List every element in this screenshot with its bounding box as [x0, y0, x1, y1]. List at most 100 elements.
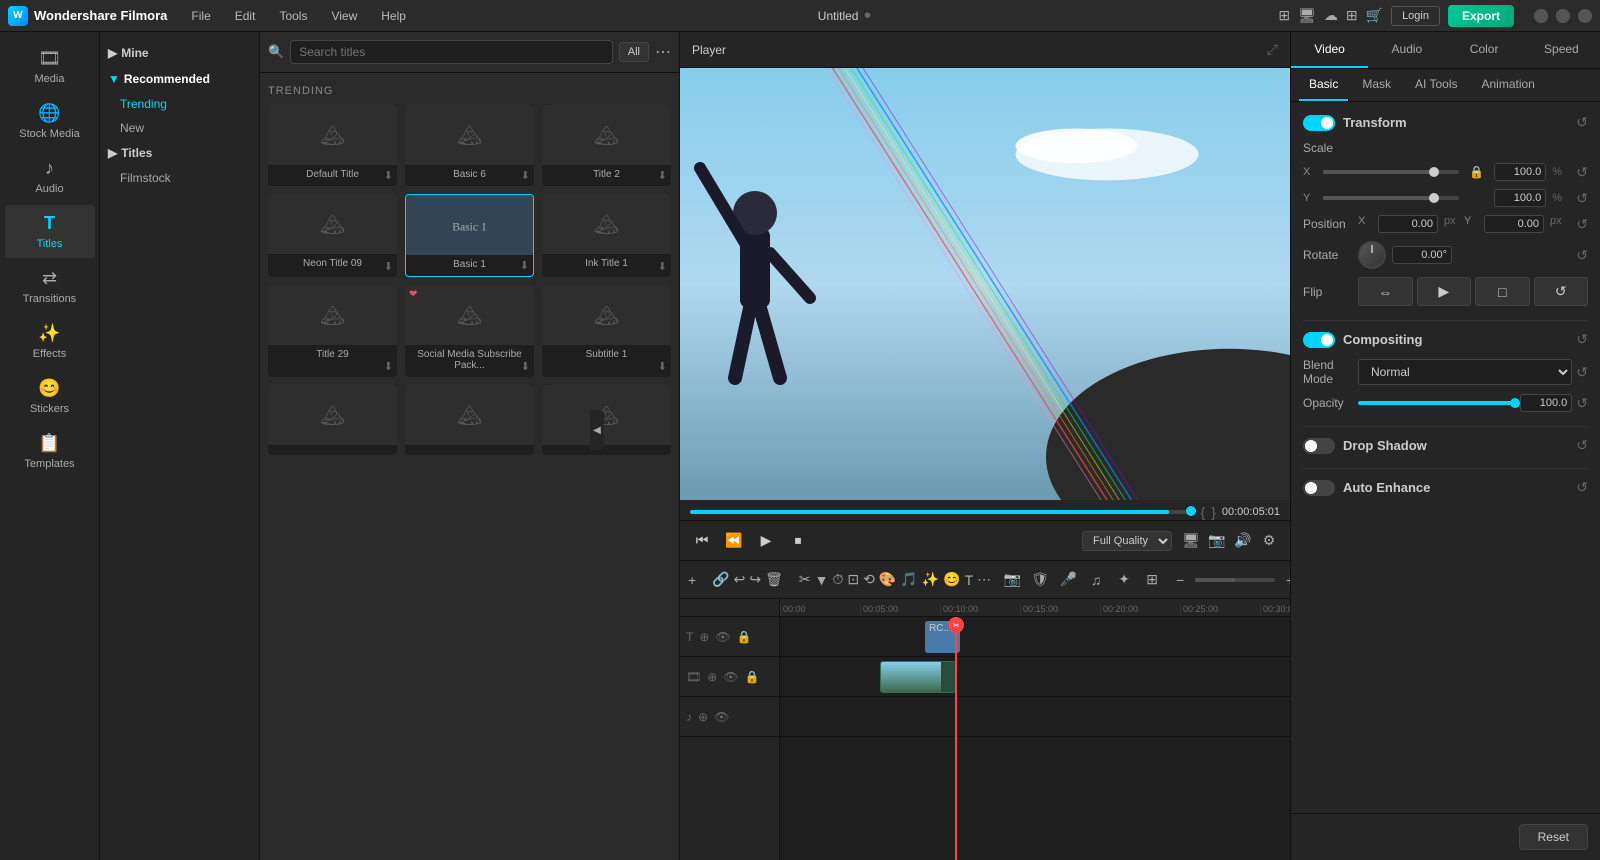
tl-link-button[interactable]: 🔗: [712, 567, 729, 593]
sidebar-item-stickers[interactable]: 😊 Stickers: [5, 370, 95, 423]
stab-animation[interactable]: Animation: [1471, 69, 1544, 101]
minimize-button[interactable]: [1534, 9, 1548, 23]
reset-button[interactable]: Reset: [1519, 824, 1588, 850]
titles-section-header[interactable]: ▶ Titles: [100, 140, 259, 166]
all-filter-button[interactable]: All: [619, 42, 649, 62]
rotate-dial[interactable]: [1358, 241, 1386, 269]
position-reset-icon[interactable]: ↺: [1576, 216, 1588, 233]
title-card-title2[interactable]: 🏔 ⬇ Title 2: [542, 105, 671, 186]
scale-y-input[interactable]: [1494, 189, 1546, 207]
title-card-default[interactable]: 🏔 ⬇ Default Title: [268, 105, 397, 186]
monitor-out-icon[interactable]: 🖥: [1180, 530, 1202, 552]
blend-reset-icon[interactable]: ↺: [1576, 364, 1588, 381]
bracket-right-icon[interactable]: }: [1211, 504, 1216, 520]
menu-edit[interactable]: Edit: [231, 7, 260, 25]
grid-icon[interactable]: ⊞: [1278, 7, 1290, 24]
zoom-slider[interactable]: [1195, 578, 1275, 582]
track2-eye-icon[interactable]: 👁: [723, 670, 738, 684]
position-y-input[interactable]: [1484, 215, 1544, 233]
menu-help[interactable]: Help: [377, 7, 410, 25]
menu-file[interactable]: File: [187, 7, 214, 25]
transform-reset-icon[interactable]: ↺: [1576, 114, 1588, 131]
sidebar-item-media[interactable]: 🎞 Media: [5, 40, 95, 93]
title-card-basic6[interactable]: 🏔 ⬇ Basic 6: [405, 105, 534, 186]
tl-audio2-button[interactable]: ♫: [1083, 567, 1109, 593]
title-card-neon09[interactable]: 🏔 ⬇ Neon Title 09: [268, 194, 397, 277]
cloud-icon[interactable]: ☁: [1324, 7, 1338, 24]
stab-ai-tools[interactable]: AI Tools: [1405, 69, 1467, 101]
tl-redo-button[interactable]: ↪: [749, 567, 761, 593]
tl-audio-button[interactable]: 🎵: [900, 567, 917, 593]
stop-button[interactable]: ⏹: [786, 529, 810, 553]
save-icon[interactable]: ⏺: [864, 8, 870, 23]
mine-section-header[interactable]: ▶ Mine: [100, 40, 259, 66]
more-options-button[interactable]: ⋯: [655, 42, 671, 62]
auto-enhance-reset-icon[interactable]: ↺: [1576, 479, 1588, 496]
title-card-basic1[interactable]: ⬇ Basic 1: [405, 194, 534, 277]
sidebar-item-stock-media[interactable]: 🌐 Stock Media: [5, 95, 95, 148]
scale-lock-icon[interactable]: 🔒: [1469, 165, 1484, 179]
drop-shadow-reset-icon[interactable]: ↺: [1576, 437, 1588, 454]
prev-frame-button[interactable]: ⏮: [690, 529, 714, 553]
drop-shadow-toggle[interactable]: [1303, 438, 1335, 454]
tab-speed[interactable]: Speed: [1523, 32, 1600, 68]
tl-camera-button[interactable]: 📷: [999, 567, 1025, 593]
scale-x-reset-icon[interactable]: ↺: [1576, 164, 1588, 181]
track2-copy-icon[interactable]: ⊕: [707, 670, 717, 684]
tl-cut-button[interactable]: ✂: [799, 567, 811, 593]
scale-x-slider[interactable]: [1323, 170, 1459, 174]
title-card-extra1[interactable]: 🏔: [268, 385, 397, 455]
tl-split-button[interactable]: ⊞: [1139, 567, 1165, 593]
tl-plus-button[interactable]: +: [1277, 567, 1290, 593]
settings-icon[interactable]: ⚙: [1258, 530, 1280, 552]
title-card-title29[interactable]: 🏔 ⬇ Title 29: [268, 285, 397, 377]
opacity-input[interactable]: [1520, 394, 1572, 412]
rewind-button[interactable]: ⏪: [722, 529, 746, 553]
title-card-ink1[interactable]: 🏔 ⬇ Ink Title 1: [542, 194, 671, 277]
rotate-input[interactable]: [1392, 246, 1452, 264]
compositing-toggle[interactable]: [1303, 332, 1335, 348]
tl-color-button[interactable]: 🎨: [879, 567, 896, 593]
sidebar-item-audio[interactable]: ♪ Audio: [5, 150, 95, 203]
panel-sub-trending[interactable]: Trending: [100, 92, 259, 116]
position-x-input[interactable]: [1378, 215, 1438, 233]
screenshot-icon[interactable]: 📷: [1206, 530, 1228, 552]
track2-lock-icon[interactable]: 🔒: [745, 670, 760, 684]
scale-y-reset-icon[interactable]: ↺: [1576, 190, 1588, 207]
tl-sticker-button[interactable]: 😊: [943, 567, 960, 593]
recommended-section-header[interactable]: ▼ Recommended: [100, 66, 259, 92]
flip-rect-button[interactable]: □: [1475, 277, 1530, 306]
search-input[interactable]: [290, 40, 613, 64]
scale-y-slider[interactable]: [1323, 196, 1459, 200]
quality-select[interactable]: Full Quality 1/2 Quality 1/4 Quality: [1082, 531, 1172, 551]
panel-collapse-button[interactable]: ◀: [590, 410, 604, 450]
fullscreen-icon[interactable]: ⤢: [1267, 41, 1278, 57]
track1-copy-icon[interactable]: ⊕: [699, 630, 709, 644]
panel-sub-filmstock[interactable]: Filmstock: [100, 166, 259, 190]
tl-delete-button[interactable]: 🗑: [765, 567, 783, 593]
tl-grid-button[interactable]: ✦: [1111, 567, 1137, 593]
rotate-reset-icon[interactable]: ↺: [1576, 247, 1588, 264]
tl-transform-button[interactable]: ⟲: [863, 567, 875, 593]
tab-audio[interactable]: Audio: [1368, 32, 1445, 68]
tab-color[interactable]: Color: [1446, 32, 1523, 68]
scale-x-input[interactable]: [1494, 163, 1546, 181]
track1-eye-icon[interactable]: 👁: [715, 630, 730, 644]
tl-crop-button[interactable]: ⊡: [847, 567, 859, 593]
playhead[interactable]: ✂: [955, 617, 957, 860]
monitor-icon[interactable]: 🖥: [1298, 7, 1316, 24]
tl-speed-button[interactable]: ⏱: [832, 567, 843, 593]
sidebar-item-effects[interactable]: ✨ Effects: [5, 315, 95, 368]
flip-v-button[interactable]: ▶: [1417, 277, 1472, 306]
tl-marker-button[interactable]: ▼: [815, 567, 829, 593]
track3-copy-icon[interactable]: ⊕: [698, 710, 708, 724]
transform-toggle[interactable]: [1303, 115, 1335, 131]
progress-bar[interactable]: [690, 510, 1195, 514]
track1-lock-icon[interactable]: 🔒: [737, 630, 752, 644]
tl-effects-button[interactable]: ✨: [922, 567, 939, 593]
flip-rotate-button[interactable]: ↺: [1534, 277, 1589, 306]
tab-video[interactable]: Video: [1291, 32, 1368, 68]
panel-sub-new[interactable]: New: [100, 116, 259, 140]
flip-h-button[interactable]: ⇔: [1358, 277, 1413, 306]
compositing-reset-icon[interactable]: ↺: [1576, 331, 1588, 348]
